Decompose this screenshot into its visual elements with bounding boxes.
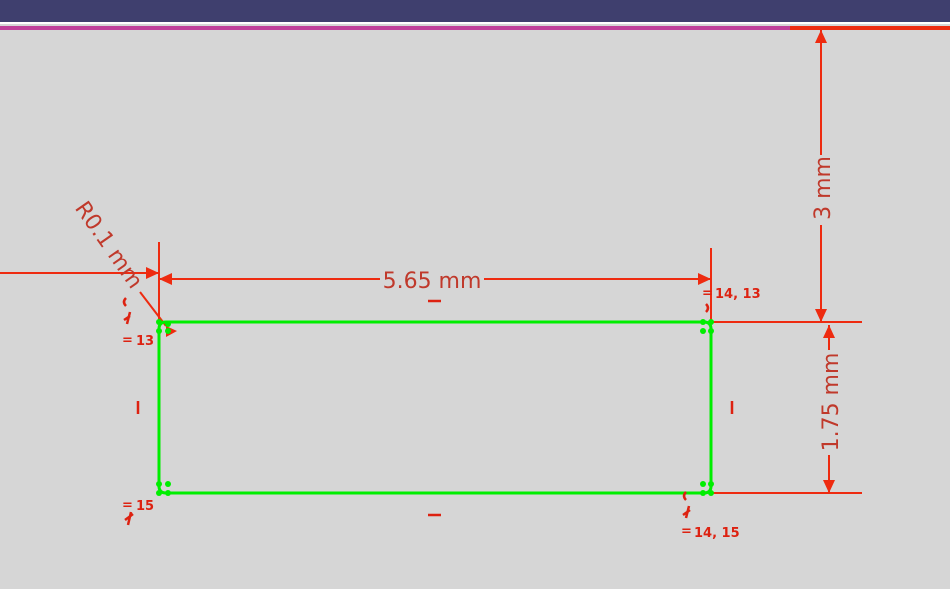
constraint-label-bottom-left: 15 xyxy=(136,499,154,514)
tangent-icon xyxy=(124,511,134,526)
tangent-icon xyxy=(123,311,132,325)
equal-constraint-icon: = xyxy=(702,286,713,301)
tangent-icon xyxy=(122,297,127,307)
sketch-vertices[interactable] xyxy=(156,319,714,496)
equal-constraint-icon: = xyxy=(122,333,133,348)
width-dimension-label[interactable]: 5.65 mm xyxy=(383,269,482,294)
dimension-arrowheads xyxy=(146,30,835,493)
tangent-icon xyxy=(682,491,687,501)
equal-constraint-icon: = xyxy=(122,498,133,513)
height-dimension-label[interactable]: 1.75 mm xyxy=(819,353,844,452)
sketch-canvas[interactable]: 5.65 mm 3 mm 1.75 mm R0.1 mm = 13 = 14, … xyxy=(0,0,950,589)
constraint-label-top-right: 14, 13 xyxy=(715,287,761,302)
equal-constraint-icon: = xyxy=(681,524,692,539)
constraint-label-top-left: 13 xyxy=(136,334,154,349)
rectangle-profile[interactable] xyxy=(157,320,713,495)
tangent-icon xyxy=(705,303,710,313)
tangent-icon xyxy=(682,505,691,519)
constraint-labels: = 13 = 14, 13 = 15 = 14, 15 xyxy=(122,286,761,541)
offset-dimension-label[interactable]: 3 mm xyxy=(811,156,836,220)
constraint-label-bottom-right: 14, 15 xyxy=(694,526,740,541)
radius-dimension-label[interactable]: R0.1 mm xyxy=(69,197,147,293)
constraint-symbols xyxy=(122,297,734,526)
